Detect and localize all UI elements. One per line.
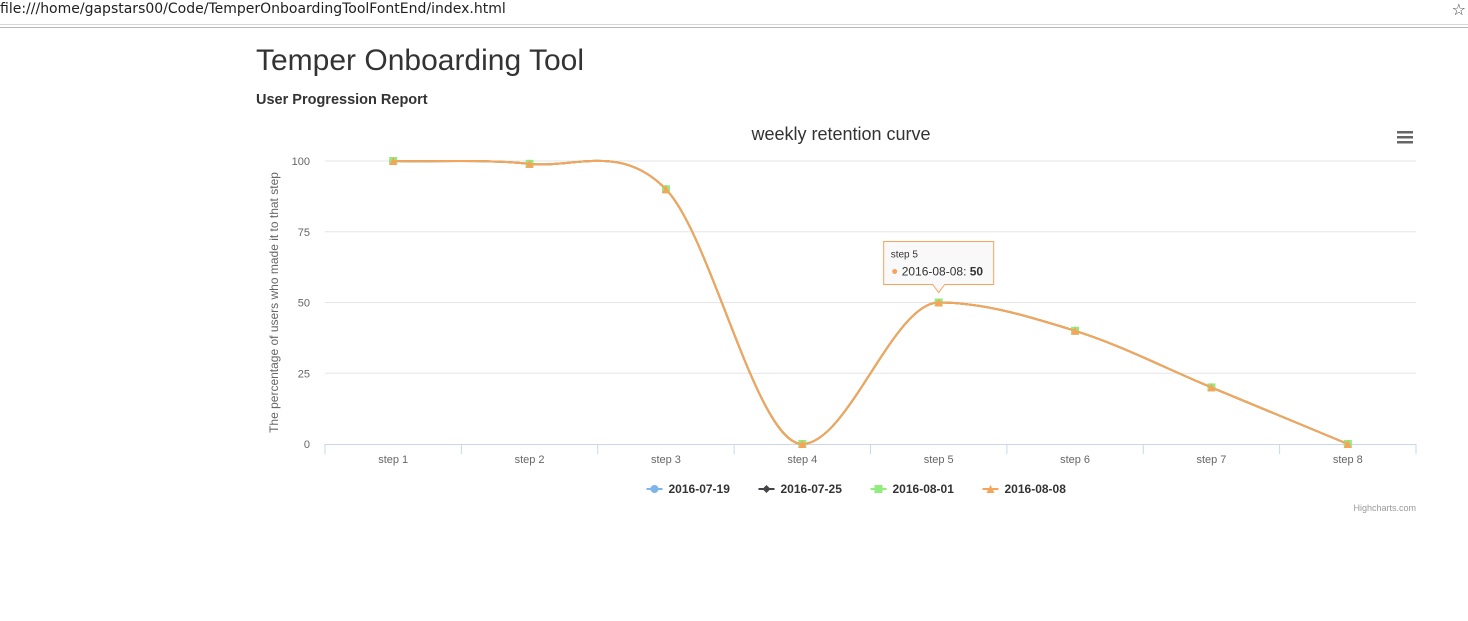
x-tick-label: step 3 — [651, 454, 681, 466]
y-tick-label: 0 — [304, 439, 310, 451]
x-tick-label: step 7 — [1196, 454, 1226, 466]
x-tick-label: step 2 — [515, 454, 545, 466]
chart-title: weekly retention curve — [750, 124, 930, 144]
hamburger-menu-icon — [1397, 131, 1413, 144]
legend-item-2016-07-25[interactable]: 2016-07-25 — [758, 482, 843, 496]
toolbar-divider — [0, 24, 1468, 25]
legend-label[interactable]: 2016-07-19 — [669, 482, 731, 496]
y-tick-label: 50 — [298, 298, 310, 310]
legend: 2016-07-19 2016-07-25 2016-08-01 2016-08-08 — [646, 482, 1067, 496]
legend-label[interactable]: 2016-08-08 — [1005, 482, 1067, 496]
y-tick-label: 75 — [298, 227, 310, 239]
legend-marker — [874, 485, 883, 493]
y-axis-label: The percentage of users who made it to t… — [267, 172, 281, 433]
x-axis: step 1 step 2 step 3 step 4 step 5 step 6 step… — [324, 444, 1417, 466]
x-tick-label: step 5 — [924, 454, 954, 466]
x-tick-label: step 8 — [1333, 454, 1363, 466]
legend-item-2016-07-19[interactable]: 2016-07-19 — [646, 482, 731, 496]
chart-menu-button[interactable] — [1392, 126, 1416, 148]
legend-label[interactable]: 2016-08-01 — [893, 482, 955, 496]
retention-chart: weekly retention curve 0 25 50 75 100 The pe… — [267, 124, 1417, 513]
page-title: Temper Onboarding Tool — [256, 44, 584, 77]
tooltip-number: 50 — [970, 265, 984, 279]
x-tick-label: step 1 — [378, 454, 408, 466]
tooltip: step 5 2016-08-08: 50 — [883, 241, 995, 294]
y-axis-ticks: 0 25 50 75 100 — [292, 156, 310, 451]
y-tick-label: 25 — [298, 368, 310, 380]
tooltip-series-dot — [892, 269, 898, 274]
url-text[interactable]: file:///home/gapstars00/Code/TemperOnboa… — [0, 1, 506, 17]
x-tick-label: step 6 — [1060, 454, 1090, 466]
legend-marker — [762, 485, 771, 493]
x-tick-label: step 4 — [787, 454, 817, 466]
tooltip-series-label: 2016-08-08: — [902, 265, 970, 279]
legend-item-2016-08-08[interactable]: 2016-08-08 — [982, 482, 1067, 496]
legend-item-2016-08-01[interactable]: 2016-08-01 — [870, 482, 955, 496]
grid-lines — [325, 160, 1416, 374]
tooltip-box — [883, 241, 995, 294]
legend-marker — [650, 485, 659, 493]
credits-link[interactable]: Highcharts.com — [1353, 503, 1416, 513]
y-tick-label: 100 — [292, 156, 310, 168]
browser-url-bar[interactable]: file:///home/gapstars00/Code/TemperOnboa… — [0, 0, 1468, 28]
report-subtitle: User Progression Report — [256, 92, 428, 108]
legend-label[interactable]: 2016-07-25 — [781, 482, 843, 496]
tooltip-value: 2016-08-08: 50 — [902, 265, 984, 279]
star-icon[interactable]: ☆ — [1452, 0, 1466, 20]
tooltip-header: step 5 — [891, 250, 919, 261]
